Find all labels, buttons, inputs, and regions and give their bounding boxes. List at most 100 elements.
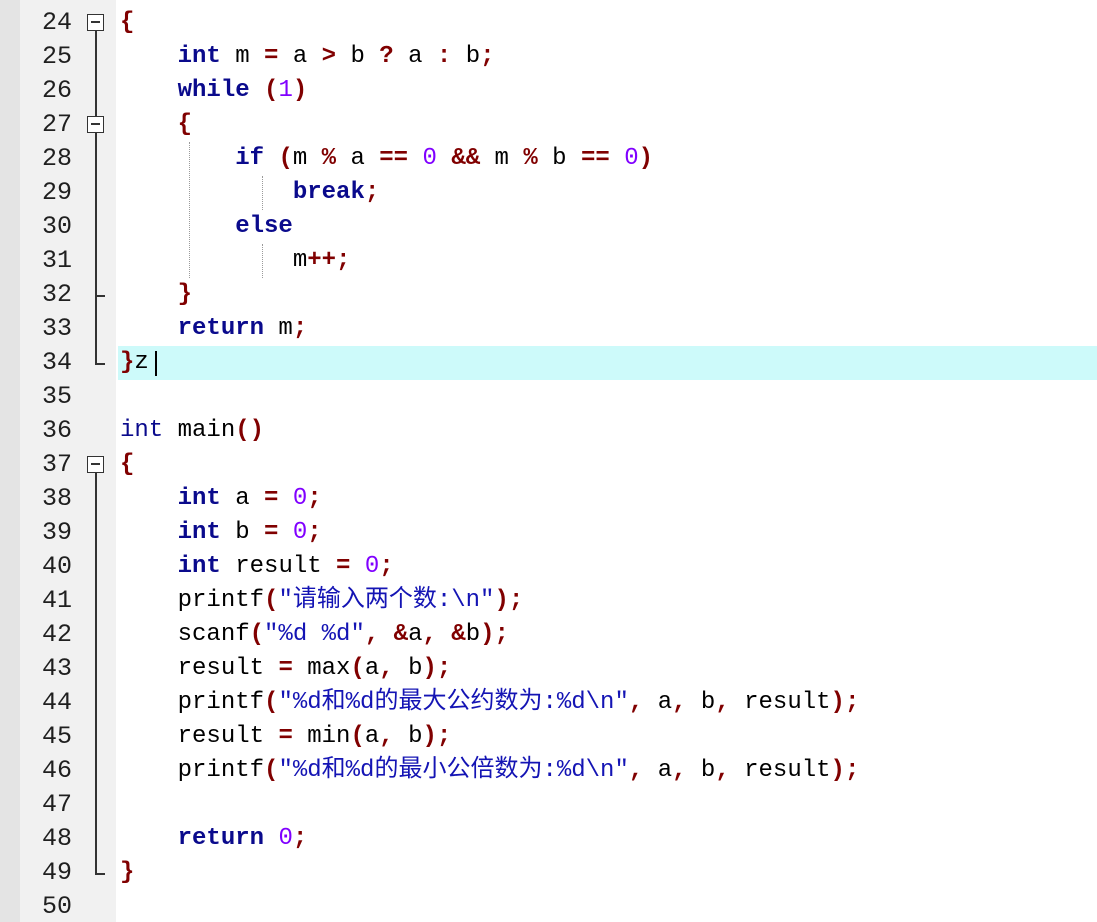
code-token: , xyxy=(628,689,658,716)
code-token: , xyxy=(672,757,701,784)
code-token: % xyxy=(523,145,538,172)
code-text[interactable]: { xyxy=(120,6,134,40)
line-number: 28 xyxy=(41,144,72,173)
code-line[interactable]: 29 break; xyxy=(0,176,1097,210)
code-token: = xyxy=(264,485,279,512)
code-line[interactable]: 33 return m; xyxy=(0,312,1097,346)
line-number: 36 xyxy=(41,416,72,445)
code-line[interactable]: 49} xyxy=(0,856,1097,890)
code-text[interactable]: result = max(a, b); xyxy=(120,652,452,686)
code-line[interactable]: 48 return 0; xyxy=(0,822,1097,856)
code-text[interactable]: printf("%d和%d的最大公约数为:%d\n", a, b, result… xyxy=(120,686,860,720)
code-text[interactable]: } xyxy=(120,278,192,312)
code-line[interactable]: 50 xyxy=(0,890,1097,922)
code-text[interactable]: int m = a > b ? a : b; xyxy=(120,40,495,74)
code-line[interactable]: 30 else xyxy=(0,210,1097,244)
code-token: a xyxy=(657,757,673,784)
collapse-box-icon[interactable] xyxy=(87,14,104,31)
code-text[interactable]: } xyxy=(120,856,134,890)
code-text[interactable]: else xyxy=(120,210,293,244)
code-token: ( xyxy=(249,621,265,648)
code-line[interactable]: 35 xyxy=(0,380,1097,414)
line-number: 30 xyxy=(41,212,72,241)
code-token: 0 xyxy=(278,825,293,852)
code-line[interactable]: 34}z xyxy=(0,346,1097,380)
code-token: = xyxy=(278,655,293,682)
code-editor[interactable]: 24{25 int m = a > b ? a : b; 26 while (1)… xyxy=(0,0,1097,922)
code-token: b xyxy=(537,145,581,172)
fold-range-line xyxy=(95,31,97,364)
code-token: ( xyxy=(264,689,279,716)
code-line[interactable]: 25 int m = a > b ? a : b; xyxy=(0,40,1097,74)
code-text[interactable]: result = min(a, b); xyxy=(120,720,452,754)
code-text[interactable]: { xyxy=(120,108,192,142)
code-token: if xyxy=(235,145,265,172)
code-line[interactable]: 46 printf("%d和%d的最小公倍数为:%d\n", a, b, res… xyxy=(0,754,1097,788)
current-line-highlight xyxy=(118,346,1097,380)
fold-end-mark xyxy=(95,363,105,365)
code-line[interactable]: 28 if (m % a == 0 && m % b == 0) xyxy=(0,142,1097,176)
code-text[interactable]: { xyxy=(120,448,134,482)
code-text[interactable]: int result = 0; xyxy=(120,550,394,584)
code-token: ( xyxy=(264,587,279,614)
code-token: ( xyxy=(350,723,365,750)
code-text[interactable]: scanf("%d %d", &a, &b); xyxy=(120,618,509,652)
code-token: ; xyxy=(364,179,380,206)
code-text[interactable]: int main() xyxy=(120,414,264,448)
code-text[interactable]: printf("%d和%d的最小公倍数为:%d\n", a, b, result… xyxy=(120,754,860,788)
code-line[interactable]: 27 { xyxy=(0,108,1097,142)
code-token: b xyxy=(336,43,380,70)
line-number: 48 xyxy=(41,824,72,853)
code-text[interactable]: return m; xyxy=(120,312,308,346)
code-text[interactable]: m++; xyxy=(120,244,351,278)
code-token: : xyxy=(436,43,452,70)
code-token: % xyxy=(321,145,337,172)
code-token: a xyxy=(364,723,380,750)
code-line[interactable]: 41 printf("请输入两个数:\n"); xyxy=(0,584,1097,618)
code-token: ) xyxy=(830,689,845,716)
code-line[interactable]: 45 result = min(a, b); xyxy=(0,720,1097,754)
code-line[interactable]: 26 while (1) xyxy=(0,74,1097,108)
code-line[interactable]: 38 int a = 0; xyxy=(0,482,1097,516)
code-line[interactable]: 42 scanf("%d %d", &a, &b); xyxy=(0,618,1097,652)
code-token: ) xyxy=(292,77,308,104)
code-token: 0 xyxy=(292,519,308,546)
code-token: b xyxy=(408,723,423,750)
code-token: "%d %d" xyxy=(264,621,365,648)
collapse-box-icon[interactable] xyxy=(87,456,104,473)
code-line[interactable]: 32 } xyxy=(0,278,1097,312)
code-line[interactable]: 37 { xyxy=(0,448,1097,482)
code-token: result xyxy=(744,689,831,716)
code-line[interactable]: 31 m++; xyxy=(0,244,1097,278)
code-line[interactable]: 47 xyxy=(0,788,1097,822)
code-line[interactable]: 40 int result = 0; xyxy=(0,550,1097,584)
code-text[interactable]: break; xyxy=(120,176,379,210)
line-number: 39 xyxy=(41,518,72,547)
code-text[interactable]: while (1) xyxy=(120,74,308,108)
code-line[interactable]: 36 int main() xyxy=(0,414,1097,448)
code-text[interactable]: int b = 0; xyxy=(120,516,322,550)
code-token: ; xyxy=(379,553,394,580)
code-token: ) xyxy=(494,587,509,614)
code-text[interactable]: int a = 0; xyxy=(120,482,322,516)
line-number: 43 xyxy=(41,654,72,683)
code-text[interactable]: if (m % a == 0 && m % b == 0) xyxy=(120,142,653,176)
code-token: } xyxy=(120,349,135,376)
code-token: scanf xyxy=(177,621,250,648)
collapse-box-icon[interactable] xyxy=(87,116,104,133)
code-line[interactable]: 44 printf("%d和%d的最大公约数为:%d\n", a, b, res… xyxy=(0,686,1097,720)
code-line[interactable]: 39 int b = 0; xyxy=(0,516,1097,550)
code-line[interactable]: 43 result = max(a, b); xyxy=(0,652,1097,686)
code-token: m xyxy=(264,315,293,342)
code-token: == xyxy=(379,145,409,172)
code-line[interactable]: 24 { xyxy=(0,6,1097,40)
fold-range-line xyxy=(95,473,97,874)
code-text[interactable]: printf("请输入两个数:\n"); xyxy=(120,584,524,618)
code-text[interactable]: return 0; xyxy=(120,822,308,856)
code-text[interactable]: }z xyxy=(120,346,149,380)
